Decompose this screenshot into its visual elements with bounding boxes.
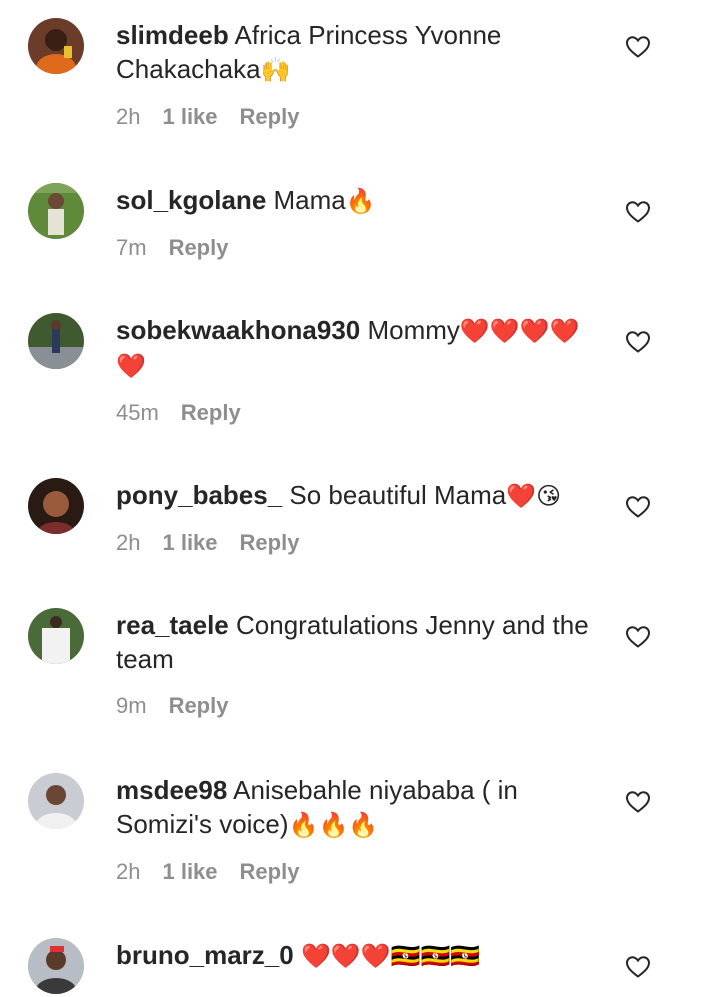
comment-time: 45m [116,400,159,425]
reply-button[interactable]: Reply [240,103,300,131]
reply-button[interactable]: Reply [169,234,229,262]
comment-emoji: 🙌 [260,56,291,84]
heart-outline-icon[interactable] [625,330,651,354]
comment-emoji: ❤️😘 [506,482,562,510]
reply-button[interactable]: Reply [240,858,300,886]
comment-time: 2h [116,859,141,884]
reply-button[interactable]: Reply [240,529,300,557]
reply-button[interactable]: Reply [169,692,229,720]
comment-text: So beautiful Mama [289,480,507,510]
comment-like-count[interactable]: 1 like [162,858,217,886]
comment-like-count[interactable]: 1 like [162,529,217,557]
avatar[interactable] [28,18,84,74]
comment-emoji: 🔥 [345,187,376,215]
comment-username[interactable]: sol_kgolane [116,185,266,215]
comment-time: 9m [116,693,147,718]
comment-username[interactable]: rea_taele [116,610,229,640]
comment-emoji: ❤️❤️❤️🇺🇬🇺🇬🇺🇬 [300,942,481,970]
avatar[interactable] [28,938,84,994]
heart-outline-icon[interactable] [625,955,651,979]
avatar[interactable] [28,478,84,534]
heart-outline-icon[interactable] [625,35,651,59]
comment-username[interactable]: msdee98 [116,775,227,805]
heart-outline-icon[interactable] [625,790,651,814]
reply-button[interactable]: Reply [181,399,241,427]
comment-like-count[interactable]: 1 like [162,103,217,131]
avatar[interactable] [28,313,84,369]
comment-emoji: 🔥🔥🔥 [288,811,379,839]
comment-username[interactable]: slimdeeb [116,20,229,50]
comment-text: Mama [273,185,346,215]
avatar[interactable] [28,773,84,829]
comment-text: Mommy [367,315,460,345]
heart-outline-icon[interactable] [625,625,651,649]
avatar[interactable] [28,608,84,664]
comment-username[interactable]: bruno_marz_0 [116,940,294,970]
heart-outline-icon[interactable] [625,495,651,519]
comment-time: 2h [116,104,141,129]
heart-outline-icon[interactable] [625,200,651,224]
comment-username[interactable]: pony_babes_ [116,480,282,510]
comment-time: 2h [116,530,141,555]
avatar[interactable] [28,183,84,239]
comment-time: 7m [116,235,147,260]
comment-username[interactable]: sobekwaakhona930 [116,315,360,345]
